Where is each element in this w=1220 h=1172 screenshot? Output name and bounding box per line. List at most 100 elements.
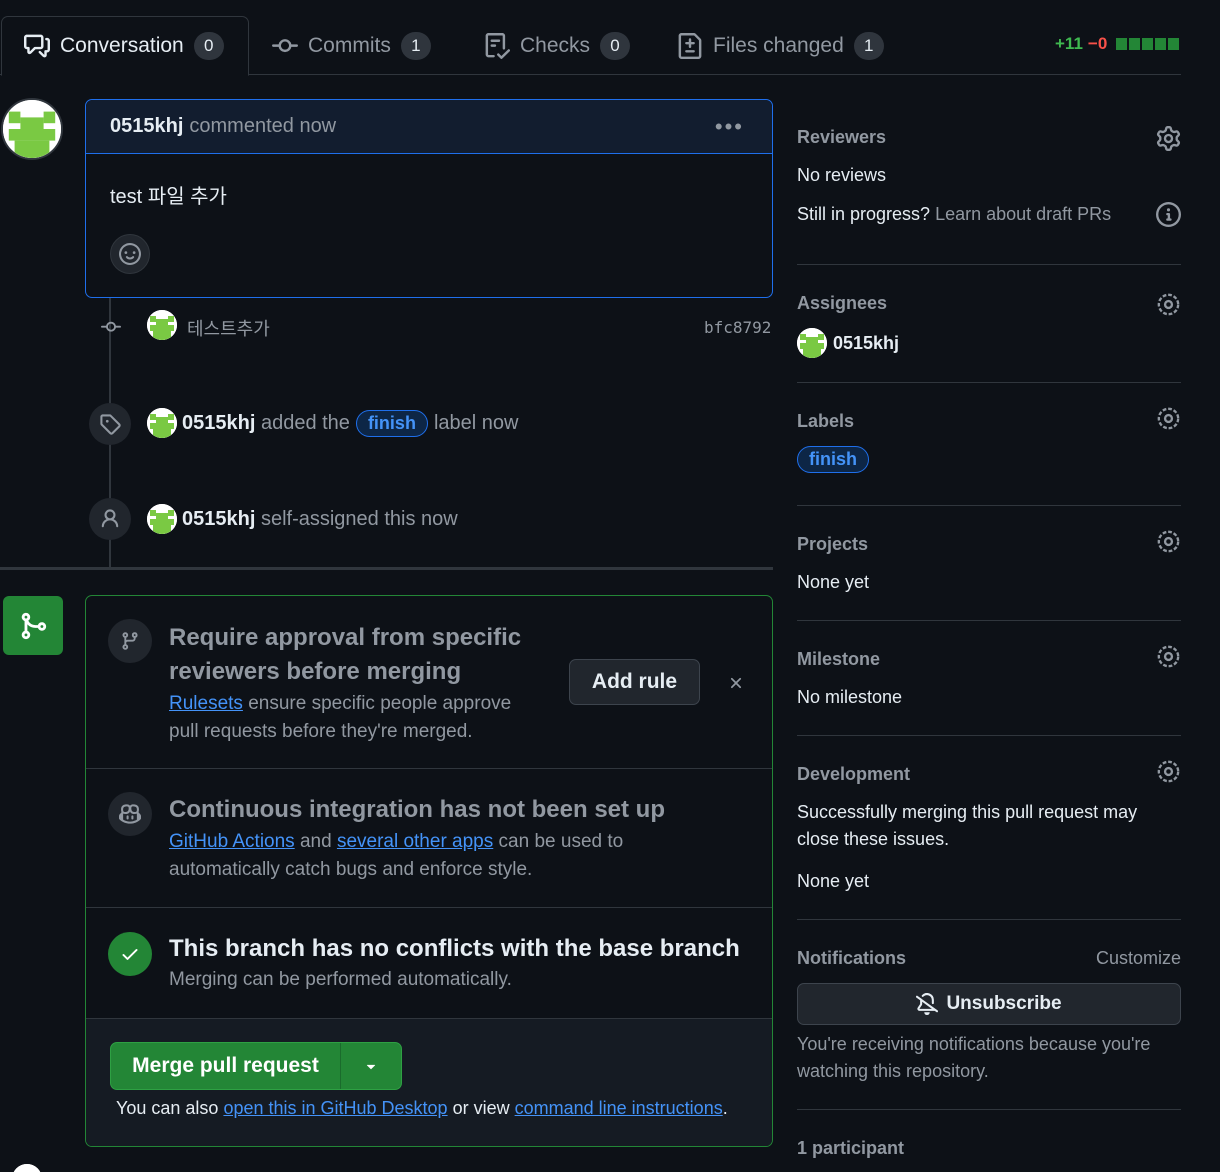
tag-icon <box>100 414 121 435</box>
assign-event-avatar[interactable] <box>147 504 177 534</box>
github-actions-link[interactable]: GitHub Actions <box>169 831 295 852</box>
label-event-text-before: added the <box>260 411 350 434</box>
tab-checks-label: Checks <box>520 34 591 57</box>
learn-draft-prs-link[interactable]: Learn about draft PRs <box>935 204 1111 224</box>
label-event-actor[interactable]: 0515khj <box>182 412 255 435</box>
gear-icon[interactable] <box>1156 406 1181 431</box>
commit-sha[interactable]: bfc8792 <box>704 318 771 337</box>
require-approval-text-line2: pull requests before they're merged. <box>169 721 473 742</box>
timeline-divider <box>0 567 773 570</box>
label-event-text-after: label now <box>433 411 519 434</box>
command-line-instructions-link[interactable]: command line instructions <box>515 1098 723 1118</box>
assignees-title[interactable]: Assignees <box>797 293 887 314</box>
triangle-down-icon <box>366 1064 376 1070</box>
branch-rule-icon <box>108 619 152 663</box>
label-finish-pill[interactable]: finish <box>355 409 428 437</box>
tab-files-changed-count: 1 <box>853 32 884 60</box>
comment-author[interactable]: 0515khj <box>110 115 183 138</box>
label-finish-sidebar[interactable]: finish <box>797 446 869 473</box>
labels-title[interactable]: Labels <box>797 411 854 432</box>
ci-text: GitHub Actions and several other apps ca… <box>169 828 729 884</box>
author-avatar[interactable] <box>1 98 63 160</box>
sidebar-assignees: Assignees 0515khj <box>797 265 1181 383</box>
reviewers-title[interactable]: Reviewers <box>797 127 886 148</box>
comment-header: 0515khj commented now <box>86 100 772 154</box>
merge-footer-text: You can also open this in GitHub Desktop… <box>116 1098 728 1119</box>
ci-text-and: and <box>299 831 332 852</box>
milestone-title[interactable]: Milestone <box>797 649 880 670</box>
ci-text-line1: can be used to <box>498 831 624 852</box>
check-circle-icon <box>108 932 152 976</box>
ci-text-line2: automatically catch bugs and enforce sty… <box>169 859 533 880</box>
gear-icon[interactable] <box>1156 292 1181 317</box>
notifications-title: Notifications <box>797 948 907 968</box>
participants-title: 1 participant <box>797 1138 905 1158</box>
merge-method-dropdown[interactable] <box>341 1043 401 1089</box>
footer-suffix: . <box>722 1098 728 1118</box>
tab-conversation[interactable]: Conversation 0 <box>1 16 249 76</box>
customize-link[interactable]: Customize <box>1096 948 1181 969</box>
git-merge-icon <box>21 612 47 639</box>
no-conflicts-section: This branch has no conflicts with the ba… <box>86 908 772 1019</box>
info-icon[interactable] <box>1156 202 1181 227</box>
require-approval-text-line1: ensure specific people approve <box>248 693 512 714</box>
label-event-badge <box>89 403 131 445</box>
git-commit-icon <box>101 321 121 332</box>
projects-value: None yet <box>797 572 870 592</box>
diffstat-blocks <box>1116 38 1180 50</box>
assign-event: 0515khj self-assigned this now <box>147 504 458 534</box>
close-icon[interactable] <box>727 674 745 692</box>
comment-meta[interactable]: commented now <box>189 115 336 138</box>
assign-event-actor[interactable]: 0515khj <box>182 508 255 531</box>
footer-prefix: You can also <box>116 1098 219 1118</box>
rulesets-link[interactable]: Rulesets <box>169 693 243 714</box>
commit-author-avatar[interactable] <box>147 310 177 340</box>
development-text: Successfully merging this pull request m… <box>797 802 1138 849</box>
require-approval-text: Rulesets ensure specific people approve … <box>169 690 549 746</box>
commit-message[interactable]: 테스트추가 <box>187 315 270 341</box>
kebab-menu-icon[interactable]: ••• <box>715 114 744 140</box>
gear-icon[interactable] <box>1156 126 1181 151</box>
add-rule-button[interactable]: Add rule <box>569 659 700 705</box>
pr-tab-bar: Conversation 0 Commits 1 Checks 0 Files … <box>0 0 1181 76</box>
open-github-desktop-link[interactable]: open this in GitHub Desktop <box>223 1098 447 1118</box>
gear-icon[interactable] <box>1156 644 1181 669</box>
tab-conversation-label: Conversation <box>60 34 184 57</box>
projects-title[interactable]: Projects <box>797 534 868 555</box>
assignee-item[interactable]: 0515khj <box>797 328 899 358</box>
tab-conversation-count: 0 <box>193 32 224 60</box>
gear-icon[interactable] <box>1156 759 1181 784</box>
draft-pr-text: Still in progress? Learn about draft PRs <box>797 201 1111 228</box>
sidebar-milestone: Milestone No milestone <box>797 621 1181 736</box>
several-other-apps-link[interactable]: several other apps <box>337 831 493 852</box>
notifications-text: You're receiving notifications because y… <box>797 1034 1151 1081</box>
diffstat: +11 −0 <box>1055 34 1180 54</box>
person-icon <box>101 509 119 528</box>
bell-slash-icon <box>916 993 939 1015</box>
tab-files-changed-label: Files changed <box>713 34 844 57</box>
pr-description-comment: 0515khj commented now ••• test 파일 추가 <box>85 99 773 298</box>
copilot-icon <box>108 792 152 836</box>
sidebar-development: Development Successfully merging this pu… <box>797 736 1181 920</box>
assignee-avatar <box>797 328 827 358</box>
ci-section: Continuous integration has not been set … <box>86 769 772 908</box>
tab-commits[interactable]: Commits 1 <box>250 16 453 76</box>
gear-icon[interactable] <box>1156 529 1181 554</box>
footer-middle: or view <box>452 1098 510 1118</box>
tab-commits-label: Commits <box>308 34 391 57</box>
smiley-icon <box>119 243 141 265</box>
tab-files-changed[interactable]: Files changed 1 <box>655 16 906 76</box>
merge-pull-request-button[interactable]: Merge pull request <box>111 1043 341 1089</box>
reviewers-value: No reviews <box>797 165 887 185</box>
checklist-icon <box>485 33 510 59</box>
label-event-avatar[interactable] <box>147 408 177 438</box>
merge-box: Require approval from specific reviewers… <box>85 595 773 1147</box>
add-reaction-button[interactable] <box>110 234 150 274</box>
current-user-avatar[interactable] <box>12 1164 42 1172</box>
git-commit-icon <box>272 39 298 53</box>
tab-commits-count: 1 <box>400 32 431 60</box>
no-conflicts-text: Merging can be performed automatically. <box>169 969 512 990</box>
development-title[interactable]: Development <box>797 764 910 785</box>
unsubscribe-button[interactable]: Unsubscribe <box>797 983 1181 1025</box>
tab-checks[interactable]: Checks 0 <box>462 16 652 76</box>
